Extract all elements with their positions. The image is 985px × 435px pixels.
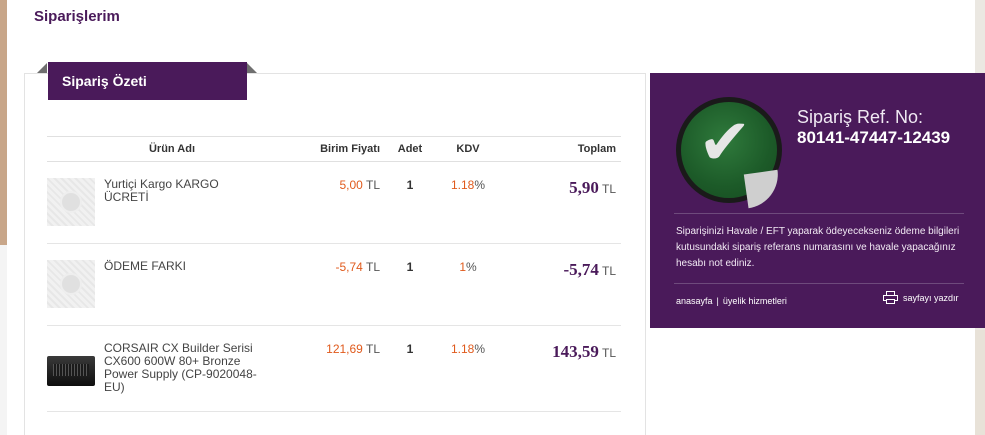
table-row: ÖDEME FARKI -5,74 TL 1 1% -5,74 TL xyxy=(47,243,621,326)
table-row: CORSAIR CX Builder Serisi CX600 600W 80+… xyxy=(47,325,621,412)
divider xyxy=(674,213,964,214)
currency: TL xyxy=(365,260,380,274)
order-reference-panel: ✔ Sipariş Ref. No: 80141-47447-12439 Sip… xyxy=(650,73,985,328)
product-cell: ÖDEME FARKI xyxy=(47,260,297,308)
currency: TL xyxy=(601,346,616,360)
orders-page: Siparişlerim Sipariş Özeti Ürün Adı Biri… xyxy=(7,0,985,435)
home-link[interactable]: anasayfa xyxy=(676,296,713,306)
link-separator: | xyxy=(716,296,719,306)
kdv-rate: 1 xyxy=(459,260,466,274)
page-title: Siparişlerim xyxy=(34,8,120,25)
row-total: 5,90 xyxy=(569,178,599,197)
row-total: -5,74 xyxy=(563,260,599,279)
print-page-label: sayfayı yazdır xyxy=(903,292,959,303)
product-placeholder-image[interactable] xyxy=(47,178,95,226)
unit-price: -5,74 xyxy=(335,260,363,274)
quantity: 1 xyxy=(387,325,433,412)
kdv-rate: 1.18 xyxy=(450,342,475,356)
order-items-table: Ürün Adı Birim Fiyatı Adet KDV Toplam Yu… xyxy=(47,136,621,412)
product-cell: CORSAIR CX Builder Serisi CX600 600W 80+… xyxy=(47,342,297,394)
quantity: 1 xyxy=(387,161,433,244)
printer-icon xyxy=(883,291,898,304)
table-row: Yurtiçi Kargo KARGO ÜCRETİ 5,00 TL 1 1.1… xyxy=(47,161,621,244)
membership-services-link[interactable]: üyelik hizmetleri xyxy=(723,296,787,306)
success-check-badge-icon: ✔ xyxy=(676,97,783,209)
percent-sign: % xyxy=(474,178,486,192)
quantity: 1 xyxy=(387,243,433,326)
order-summary-ribbon: Sipariş Özeti xyxy=(48,62,247,100)
percent-sign: % xyxy=(474,342,486,356)
header-product-name: Ürün Adı xyxy=(47,136,297,162)
header-quantity: Adet xyxy=(387,136,433,162)
percent-sign: % xyxy=(466,260,477,274)
table-header-row: Ürün Adı Birim Fiyatı Adet KDV Toplam xyxy=(47,136,621,162)
footer-links: anasayfa | üyelik hizmetleri xyxy=(676,296,787,306)
product-name[interactable]: ÖDEME FARKI xyxy=(104,260,266,273)
background-edge-left xyxy=(0,0,7,245)
unit-price: 5,00 xyxy=(339,178,363,192)
divider xyxy=(674,283,964,284)
product-cell: Yurtiçi Kargo KARGO ÜCRETİ xyxy=(47,178,297,226)
product-image-power-supply[interactable] xyxy=(47,342,95,390)
kdv-rate: 1.18 xyxy=(450,178,475,192)
print-page-button[interactable]: sayfayı yazdır xyxy=(883,291,959,304)
background-edge-right-lower xyxy=(975,330,985,435)
ribbon-fold-left xyxy=(37,63,47,73)
ribbon-fold-right xyxy=(247,63,257,73)
currency: TL xyxy=(601,182,616,196)
currency: TL xyxy=(365,178,380,192)
order-ref-number: 80141-47447-12439 xyxy=(797,128,951,147)
product-placeholder-image[interactable] xyxy=(47,260,95,308)
product-name[interactable]: CORSAIR CX Builder Serisi CX600 600W 80+… xyxy=(104,342,266,394)
header-total: Toplam xyxy=(503,136,621,162)
header-kdv: KDV xyxy=(433,136,503,162)
currency: TL xyxy=(601,264,616,278)
unit-price: 121,69 xyxy=(326,342,363,356)
payment-note: Siparişinizi Havale / EFT yaparak ödeyec… xyxy=(676,226,960,269)
header-unit-price: Birim Fiyatı xyxy=(297,136,387,162)
order-ref-label: Sipariş Ref. No: xyxy=(797,107,924,127)
currency: TL xyxy=(365,342,380,356)
row-total: 143,59 xyxy=(552,342,599,361)
product-name[interactable]: Yurtiçi Kargo KARGO ÜCRETİ xyxy=(104,178,266,204)
